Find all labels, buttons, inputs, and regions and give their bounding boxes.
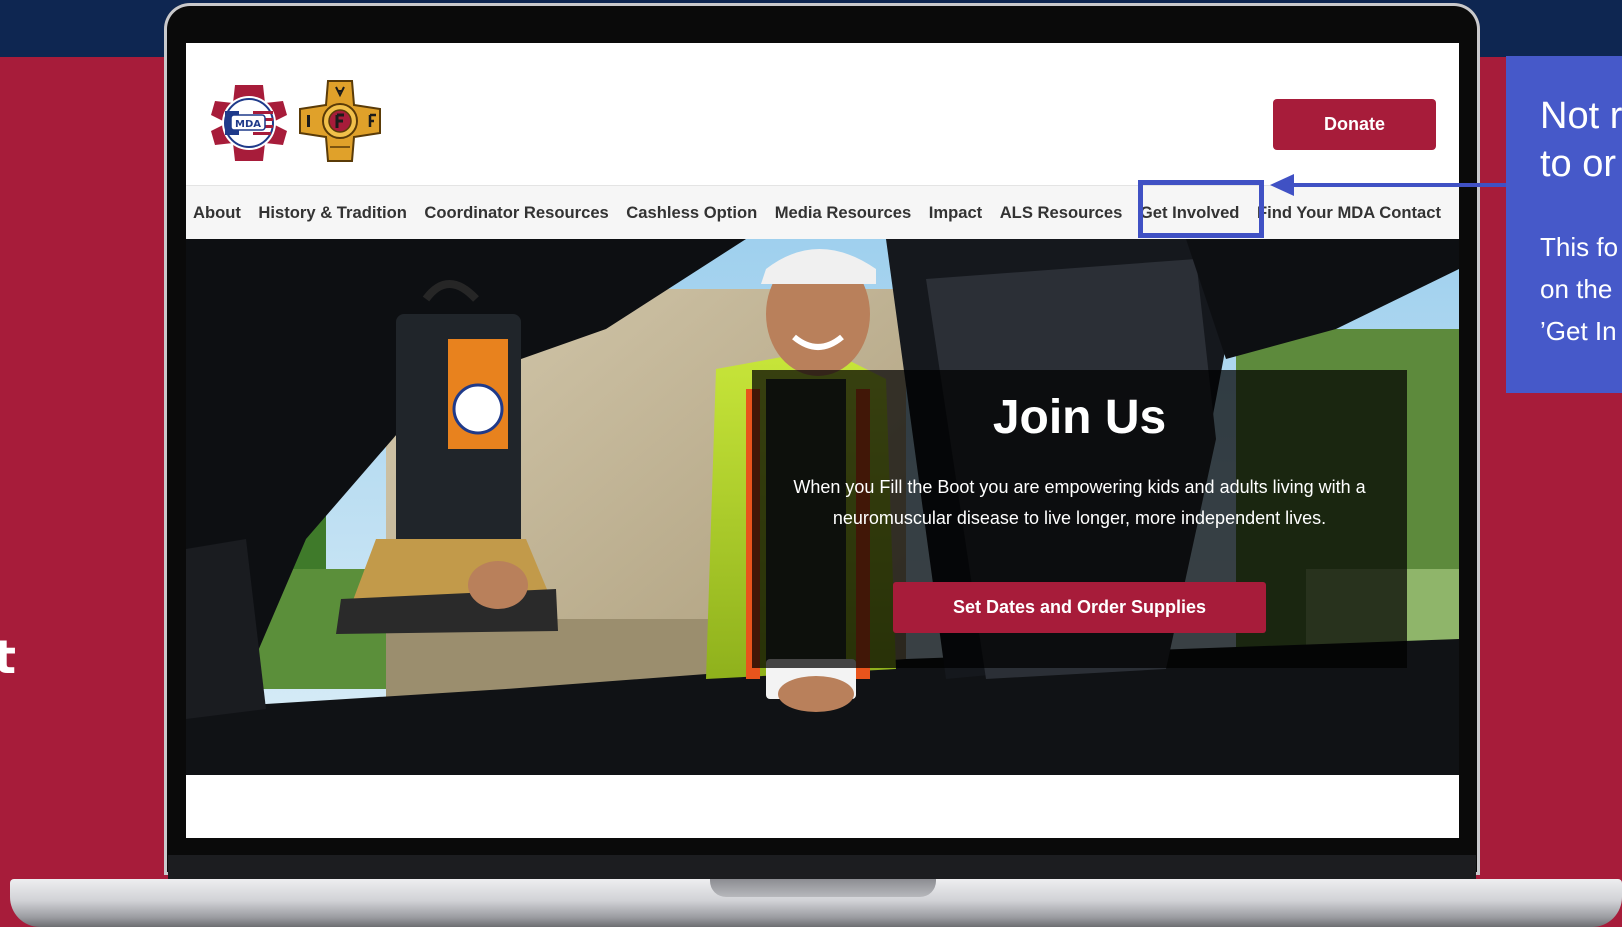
main-nav: About History & Tradition Coordinator Re… — [186, 185, 1459, 239]
slide-side-text: t — [0, 630, 16, 684]
svg-text:MDA: MDA — [235, 119, 261, 130]
donate-button[interactable]: Donate — [1273, 99, 1436, 150]
callout-title: Not r to or — [1540, 95, 1622, 185]
hero-description: When you Fill the Boot you are empowerin… — [793, 477, 1366, 528]
callout-body: This fo on the ’Get In — [1540, 232, 1619, 346]
nav-item-coordinator-resources[interactable]: Coordinator Resources — [424, 203, 608, 223]
nav-item-impact[interactable]: Impact — [929, 203, 982, 223]
laptop-notch — [710, 879, 936, 897]
iaff-logo[interactable] — [298, 79, 382, 163]
get-involved-highlight-box — [1138, 180, 1264, 238]
hero-text-panel: Join Us When you Fill the Boot you are e… — [752, 370, 1407, 668]
annotation-callout: Not r to or This fo on the ’Get In — [1506, 56, 1622, 393]
nav-item-history-tradition[interactable]: History & Tradition — [258, 203, 406, 223]
nav-item-about[interactable]: About — [193, 203, 241, 223]
nav-item-als-resources[interactable]: ALS Resources — [1000, 203, 1123, 223]
site-header: MDA Donate — [186, 43, 1459, 185]
hero-title: Join Us — [992, 391, 1167, 444]
nav-item-find-your-mda-contact[interactable]: Find Your MDA Contact — [1257, 203, 1441, 223]
nav-item-cashless-option[interactable]: Cashless Option — [626, 203, 757, 223]
set-dates-order-supplies-button[interactable]: Set Dates and Order Supplies — [893, 582, 1266, 633]
hero-section: Join Us When you Fill the Boot you are e… — [186, 239, 1459, 775]
arrow-left-icon — [1270, 174, 1506, 196]
mda-fill-the-boot-logo[interactable]: MDA — [208, 82, 290, 164]
browser-screen: MDA Donate About History & Tradition Coo… — [186, 43, 1459, 838]
laptop-chin — [168, 855, 1476, 881]
nav-item-media-resources[interactable]: Media Resources — [775, 203, 912, 223]
